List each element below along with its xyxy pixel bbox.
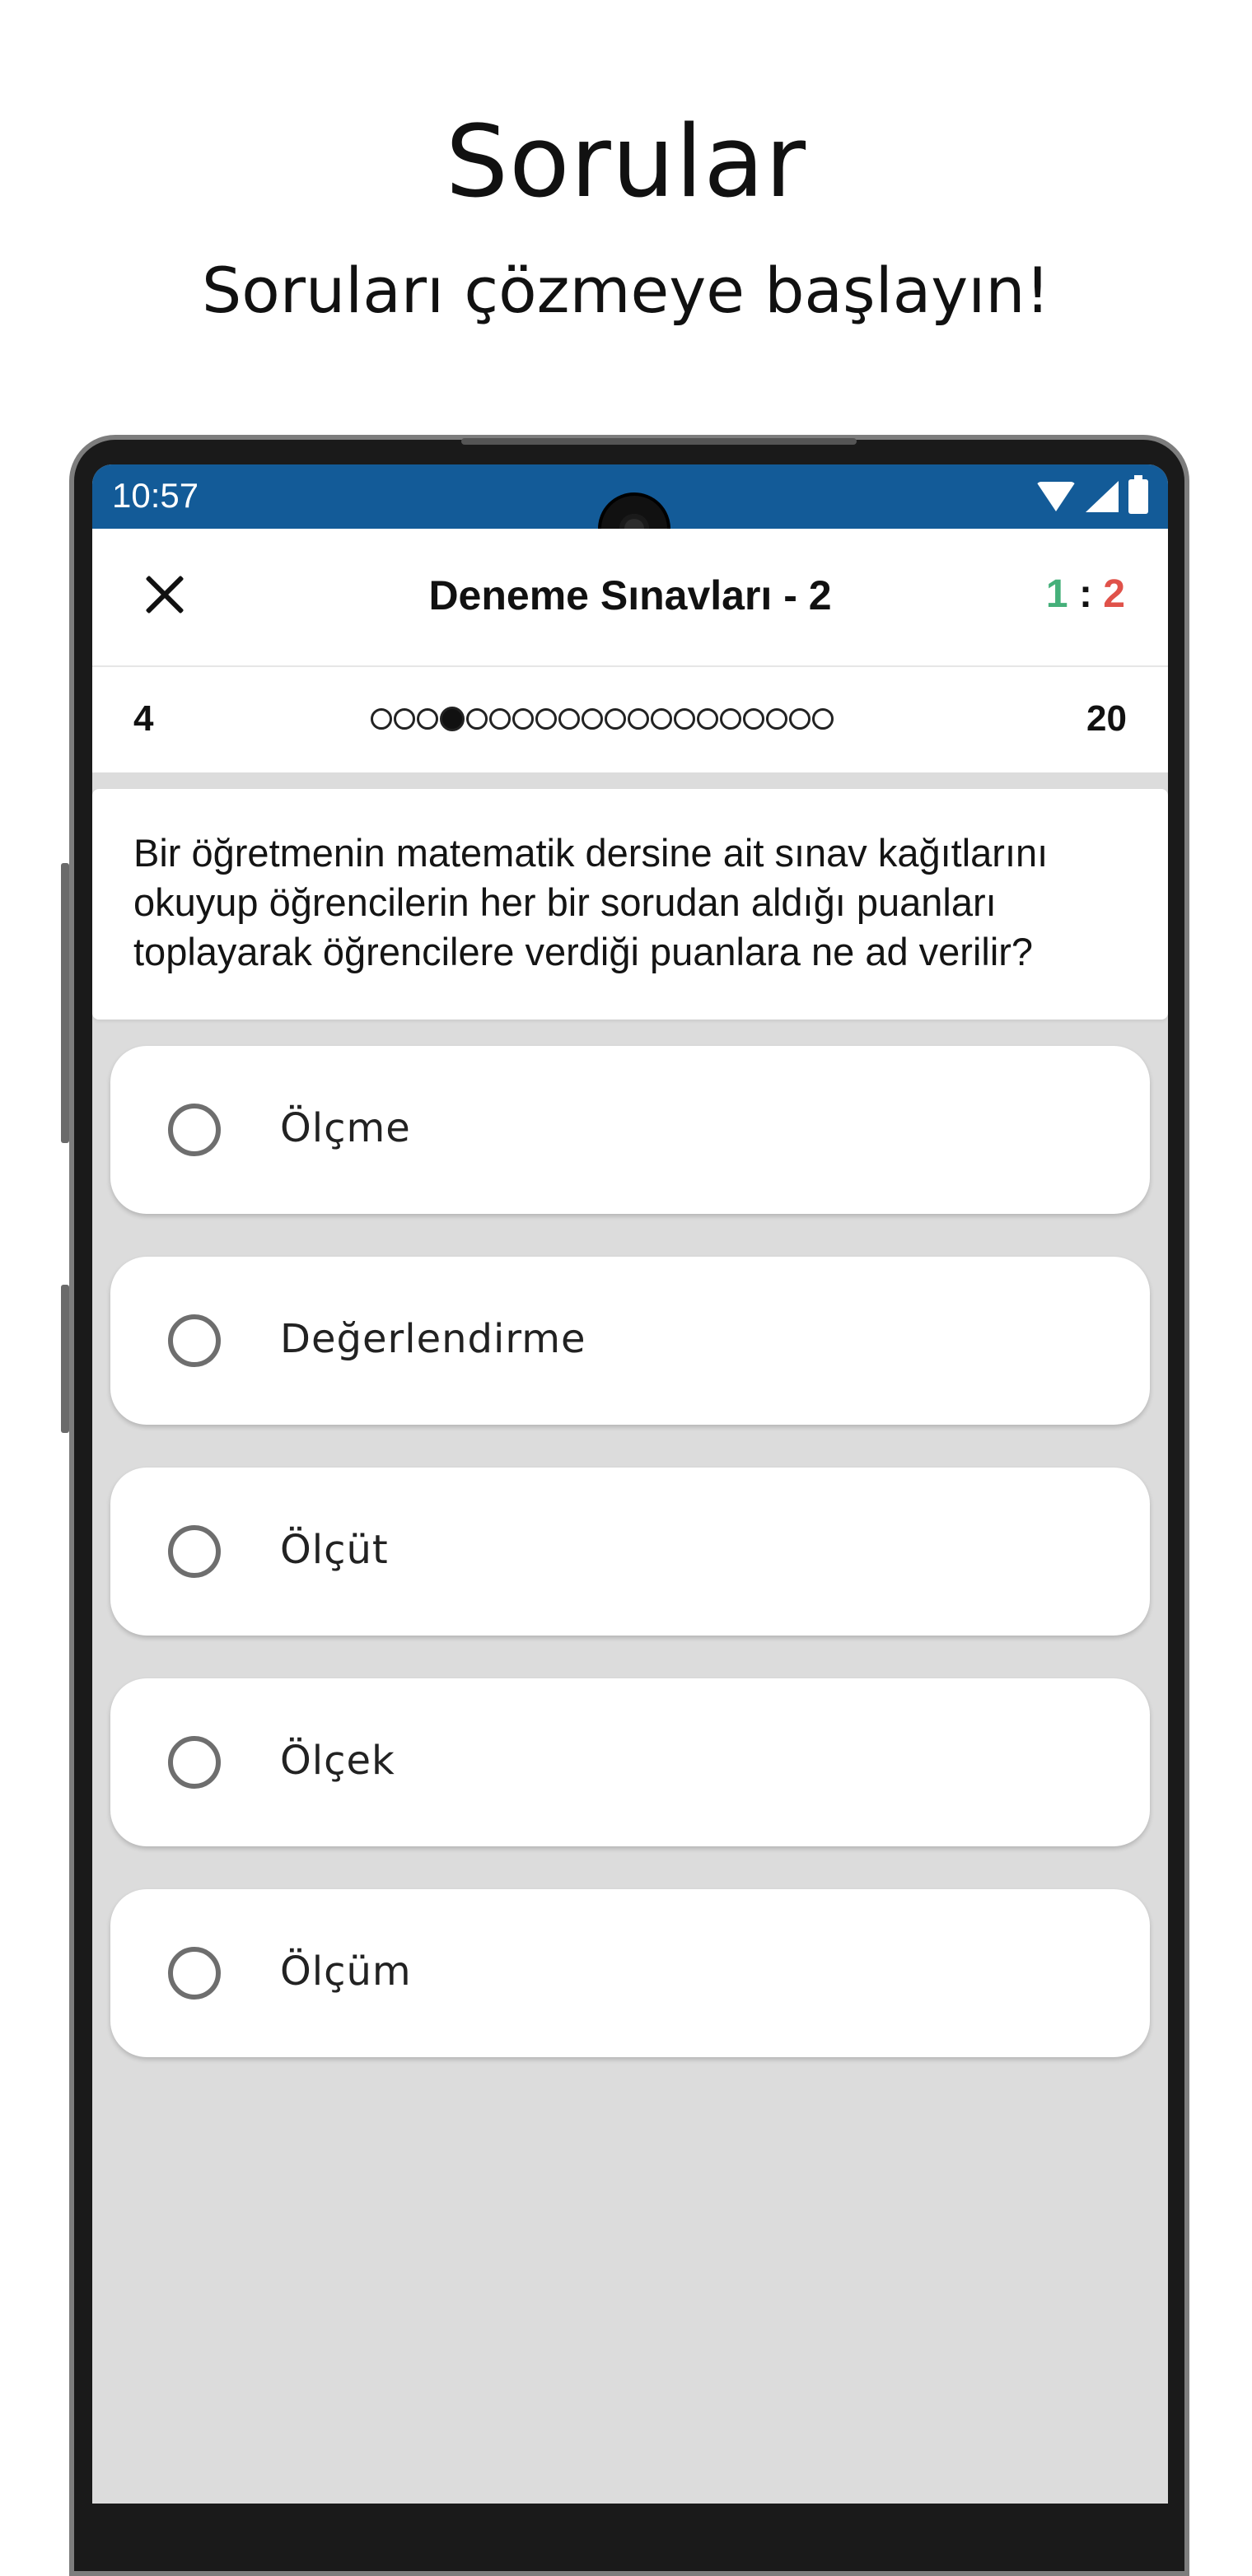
answer-option-label: Ölçüm xyxy=(280,1948,412,1995)
status-bar: 10:57 xyxy=(92,464,1168,565)
radio-unchecked-icon[interactable] xyxy=(168,1525,221,1578)
progress-dot xyxy=(628,708,649,730)
radio-unchecked-icon[interactable] xyxy=(168,1104,221,1156)
score-separator: : xyxy=(1078,572,1092,616)
progress-dot xyxy=(674,708,695,730)
promo-subtitle: Soruları çözmeye başlayın! xyxy=(201,254,1051,327)
current-question-number: 4 xyxy=(133,698,154,739)
progress-dot xyxy=(558,708,580,730)
progress-dot xyxy=(766,708,787,730)
progress-dot xyxy=(394,708,415,730)
page-title: Deneme Sınavları - 2 xyxy=(428,572,832,618)
radio-unchecked-icon[interactable] xyxy=(168,1736,221,1789)
progress-dot xyxy=(466,708,488,730)
app-bar: Deneme Sınavları - 2 1 : 2 xyxy=(92,529,1168,667)
progress-dot xyxy=(812,708,834,730)
phone-screen: 10:57 Deneme Sınavları - 2 1 : 2 4 20 Bi… xyxy=(92,464,1168,2504)
status-time: 10:57 xyxy=(112,476,199,515)
progress-dots xyxy=(371,707,834,736)
answer-option[interactable]: Ölçek xyxy=(110,1678,1150,1846)
score-display: 1 : 2 xyxy=(1046,572,1125,617)
question-card: Bir öğretmenin matematik dersine ait sın… xyxy=(92,789,1168,1020)
radio-unchecked-icon[interactable] xyxy=(168,1314,221,1367)
answer-option[interactable]: Ölçüt xyxy=(110,1468,1150,1636)
answer-option-label: Ölçme xyxy=(280,1105,411,1151)
question-progress: 4 20 xyxy=(92,667,1168,772)
progress-dot xyxy=(697,708,718,730)
promo-title: Sorular xyxy=(445,105,807,220)
progress-dot xyxy=(535,708,557,730)
radio-unchecked-icon[interactable] xyxy=(168,1947,221,2000)
answer-option-label: Ölçüt xyxy=(280,1527,389,1573)
status-icons xyxy=(1036,475,1148,517)
answer-option[interactable]: Ölçme xyxy=(110,1046,1150,1214)
progress-dot xyxy=(582,708,603,730)
progress-dot xyxy=(417,708,438,730)
answer-options: Ölçme Değerlendirme Ölçüt Ölçek Ölçüm xyxy=(110,1046,1150,2100)
progress-dot xyxy=(512,708,534,730)
progress-dot-current xyxy=(440,707,465,731)
progress-dot xyxy=(489,708,511,730)
total-questions: 20 xyxy=(1086,698,1127,739)
battery-icon xyxy=(1128,475,1148,514)
progress-dot xyxy=(789,708,811,730)
wifi-icon xyxy=(1036,482,1076,511)
phone-side-button xyxy=(61,1285,69,1433)
progress-dot xyxy=(743,708,764,730)
correct-count: 1 xyxy=(1045,572,1068,616)
phone-side-button xyxy=(61,863,69,1143)
phone-speaker-slit xyxy=(461,438,857,445)
progress-dot xyxy=(605,708,626,730)
progress-dot xyxy=(371,708,392,730)
answer-option[interactable]: Değerlendirme xyxy=(110,1257,1150,1425)
wrong-count: 2 xyxy=(1103,572,1125,616)
progress-dot xyxy=(651,708,672,730)
answer-option-label: Ölçek xyxy=(280,1738,395,1784)
progress-dot xyxy=(720,708,741,730)
answer-option-label: Değerlendirme xyxy=(280,1316,586,1362)
signal-icon xyxy=(1086,481,1119,512)
answer-option[interactable]: Ölçüm xyxy=(110,1889,1150,2057)
question-text: Bir öğretmenin matematik dersine ait sın… xyxy=(133,831,1049,973)
